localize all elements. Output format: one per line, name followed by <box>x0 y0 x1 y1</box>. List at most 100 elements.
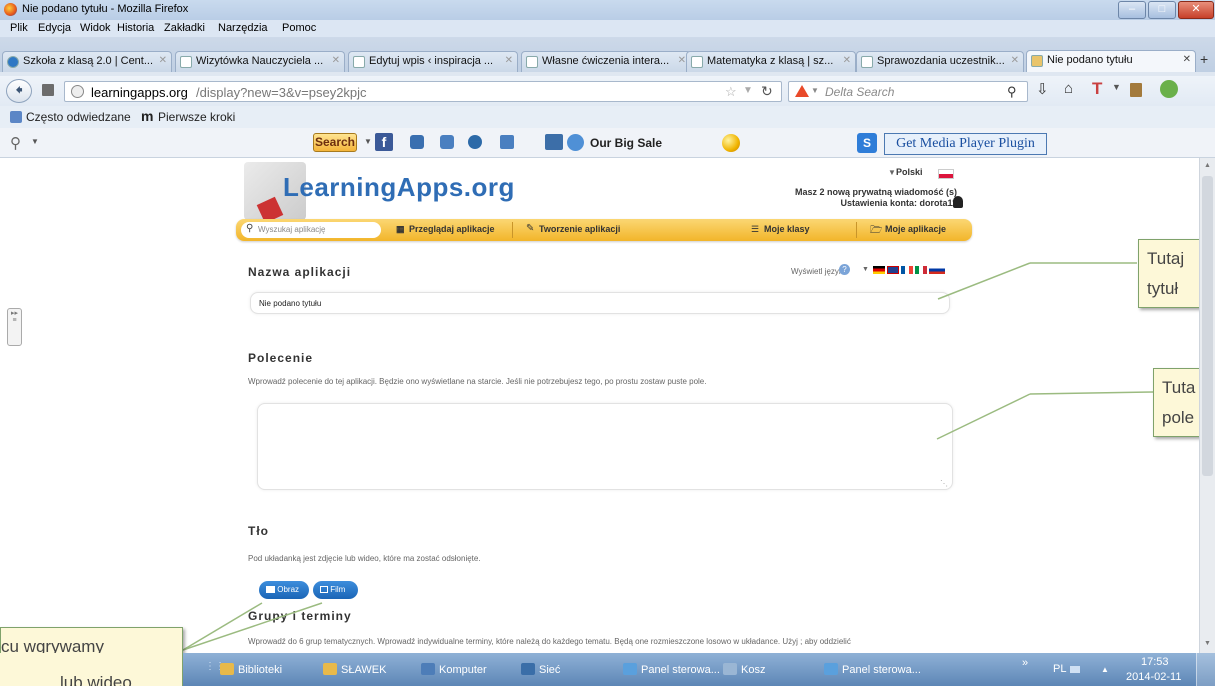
scrollbar-thumb[interactable] <box>1202 176 1213 476</box>
menu-widok[interactable]: Widok <box>80 22 111 34</box>
minimize-button[interactable]: – <box>1118 1 1146 19</box>
tab-label: Wizytówka Nauczyciela ... <box>196 55 324 67</box>
download-icon[interactable]: ⇩ <box>1036 80 1049 98</box>
tray-arrow-icon[interactable]: ▲ <box>1101 665 1109 674</box>
tab-wizytowka[interactable]: Wizytówka Nauczyciela ... ✕ <box>175 51 345 72</box>
back-button[interactable]: 🠸 <box>6 79 32 103</box>
smiley-icon[interactable] <box>722 134 740 152</box>
menu-pomoc[interactable]: Pomoc <box>282 22 316 34</box>
globe-icon[interactable] <box>468 135 482 149</box>
menu-zakladki[interactable]: Zakładki <box>164 22 205 34</box>
message-icon[interactable] <box>500 135 514 149</box>
tab-sprawozdania[interactable]: Sprawozdania uczestnik... ✕ <box>856 51 1024 72</box>
close-tab-icon[interactable]: ✕ <box>843 55 851 66</box>
callout-text: lub wideo <box>60 673 132 686</box>
close-tab-icon[interactable]: ✕ <box>1183 54 1191 65</box>
folder-icon <box>220 663 234 675</box>
close-tab-icon[interactable]: ✕ <box>678 55 686 66</box>
people-icon[interactable] <box>410 135 424 149</box>
control-panel-icon <box>824 663 838 675</box>
addon-toolbar: ⚲ ▼ Search ▼ f Our Big Sale S Get Media … <box>0 128 1215 158</box>
tab-edytuj-wpis[interactable]: Edytuj wpis ‹ inspiracja ... ✕ <box>348 51 518 72</box>
dropdown-icon[interactable]: ▼ <box>743 85 753 96</box>
taskbar-siec[interactable]: Sieć <box>521 663 560 676</box>
bookmark-czesto-odwiedzane[interactable]: Często odwiedzane <box>26 110 131 124</box>
reader-icon[interactable] <box>42 84 54 96</box>
taskbar-panel-sterowania-1[interactable]: Panel sterowa... <box>623 663 720 676</box>
page-content: ▸▸ ≡ LearningApps.org ▼ Polski Masz 2 now… <box>0 158 1199 653</box>
taskbar-panel-sterowania-2[interactable]: Panel sterowa... <box>824 663 921 676</box>
tab-label: Sprawozdania uczestnik... <box>877 55 1005 67</box>
taskbar-biblioteki[interactable]: Biblioteki <box>220 663 282 676</box>
magnifier-icon[interactable]: ⚲ <box>10 134 21 152</box>
close-window-button[interactable]: ✕ <box>1178 1 1214 19</box>
dropdown-icon[interactable]: ▼ <box>811 86 819 95</box>
close-tab-icon[interactable]: ✕ <box>159 55 167 66</box>
search-icon[interactable]: ⚲ <box>1007 84 1017 100</box>
taskbar-komputer[interactable]: Komputer <box>421 663 487 676</box>
tab-matematyka[interactable]: Matematyka z klasą | sz... ✕ <box>686 51 856 72</box>
page-scrollbar[interactable]: ▲ ▼ <box>1199 158 1215 653</box>
tab-label: Szkoła z klasą 2.0 | Cent... <box>23 55 154 67</box>
connector-line <box>182 602 263 651</box>
media-player-plugin-button[interactable]: Get Media Player Plugin <box>884 133 1047 155</box>
tab-label: Matematyka z klasą | sz... <box>707 55 834 67</box>
language-indicator[interactable]: PL <box>1053 663 1066 675</box>
callout-text: tytuł <box>1147 279 1179 298</box>
bookmark-star-icon[interactable]: ☆ <box>725 84 737 100</box>
callout-connectors <box>182 262 1154 651</box>
url-path: /display?new=3&v=psey2kpjc <box>196 85 367 100</box>
chat-icon[interactable] <box>440 135 454 149</box>
close-tab-icon[interactable]: ✕ <box>505 55 513 66</box>
search-button[interactable]: Search <box>313 133 357 152</box>
close-tab-icon[interactable]: ✕ <box>332 55 340 66</box>
connector-line <box>1029 391 1154 395</box>
callout-text: Tutaj <box>1147 249 1185 268</box>
clock-time[interactable]: 17:53 <box>1141 656 1169 668</box>
bookmark-pierwsze-kroki[interactable]: Pierwsze kroki <box>158 110 235 124</box>
toolbar-t-icon[interactable]: T <box>1092 79 1102 99</box>
globe-icon <box>71 85 84 98</box>
taskbar-overflow-icon[interactable]: » <box>1022 657 1028 669</box>
taskbar-label: Sieć <box>539 664 561 676</box>
library-icon[interactable] <box>1130 83 1142 97</box>
dropdown-icon[interactable]: ▼ <box>1112 82 1121 92</box>
tab-szkola[interactable]: Szkoła z klasą 2.0 | Cent... ✕ <box>2 51 172 72</box>
taskbar-label: Panel sterowa... <box>842 664 921 676</box>
our-big-sale-link[interactable]: Our Big Sale <box>590 136 662 150</box>
tab-nie-podano-tytulu[interactable]: Nie podano tytułu ✕ <box>1026 50 1196 72</box>
computer-icon <box>421 663 435 675</box>
dropdown-icon[interactable]: ▼ <box>364 137 372 146</box>
taskbar-slawek[interactable]: SŁAWEK <box>323 663 386 676</box>
scroll-up-icon[interactable]: ▲ <box>1204 162 1211 169</box>
facebook-icon[interactable]: f <box>375 133 393 151</box>
connector-line <box>182 602 323 651</box>
menu-historia[interactable]: Historia <box>117 22 154 34</box>
close-tab-icon[interactable]: ✕ <box>1011 55 1019 66</box>
tab-label: Własne ćwiczenia intera... <box>542 55 670 67</box>
new-tab-button[interactable]: + <box>1200 51 1208 67</box>
tab-label: Nie podano tytułu <box>1047 54 1133 66</box>
menu-edycja[interactable]: Edycja <box>38 22 71 34</box>
clock-date[interactable]: 2014-02-11 <box>1126 671 1181 683</box>
search-bar[interactable]: ▼ Delta Search ⚲ <box>788 81 1028 102</box>
taskbar-kosz[interactable]: Kosz <box>723 663 765 676</box>
addon-green-icon[interactable] <box>1160 80 1178 98</box>
tab-wlasne-cwiczenia[interactable]: Własne ćwiczenia intera... ✕ <box>521 51 691 72</box>
callout-background-tail: lub wideo <box>0 653 183 686</box>
reload-icon[interactable]: ↻ <box>761 83 773 100</box>
keyboard-icon <box>1070 666 1080 673</box>
control-panel-icon <box>623 663 637 675</box>
skype-icon[interactable]: S <box>857 133 877 153</box>
show-desktop-button[interactable] <box>1196 653 1215 686</box>
scroll-down-icon[interactable]: ▼ <box>1204 640 1211 647</box>
firefox-logo-icon <box>4 3 17 16</box>
menu-narzedzia[interactable]: Narzędzia <box>218 22 268 34</box>
recycle-bin-icon <box>723 663 737 675</box>
delta-logo-icon <box>795 85 809 97</box>
home-icon[interactable]: ⌂ <box>1064 80 1073 97</box>
maximize-button[interactable]: □ <box>1148 1 1176 19</box>
dropdown-icon[interactable]: ▼ <box>31 137 39 146</box>
url-bar[interactable]: learningapps.org /display?new=3&v=psey2k… <box>64 81 782 102</box>
menu-plik[interactable]: Plik <box>10 22 28 34</box>
